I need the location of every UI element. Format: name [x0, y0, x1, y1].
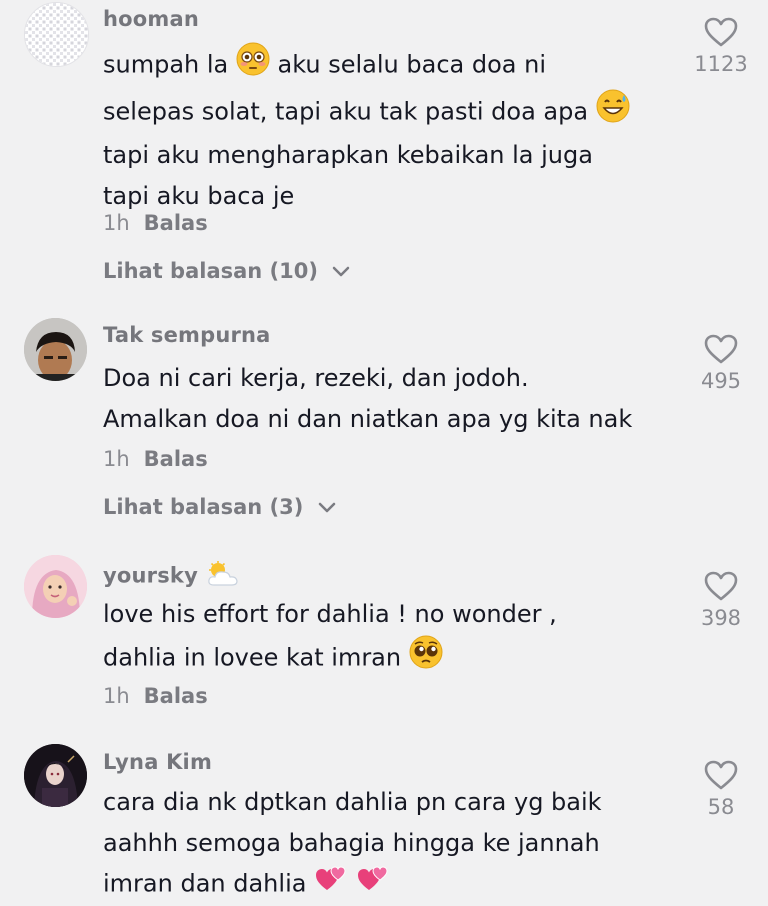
heart-icon	[704, 334, 738, 364]
grinning-sweat-face-emoji	[596, 89, 630, 136]
reply-button[interactable]: Balas	[144, 447, 208, 471]
comment-line: selepas solat, tapi aku tak pasti doa ap…	[103, 96, 589, 125]
heart-icon	[704, 760, 738, 790]
comment-username[interactable]: Lyna Kim	[103, 750, 212, 774]
like-count: 1123	[694, 52, 748, 76]
like-count: 495	[700, 369, 742, 393]
comment-time: 1h	[103, 447, 130, 471]
like-button[interactable]: 1123	[690, 16, 752, 76]
comment-time: 1h	[103, 684, 130, 708]
two-hearts-emoji	[356, 863, 390, 906]
comment-line: tapi aku baca je	[103, 181, 295, 210]
reply-button[interactable]: Balas	[144, 684, 208, 708]
comment-line: Doa ni cari kerja, rezeki, dan jodoh.	[103, 364, 529, 392]
comment-line: sumpah la	[103, 50, 229, 79]
comment-line: Amalkan doa ni dan niatkan apa yg kita n…	[103, 404, 633, 433]
comment-text: cara dia nk dptkan dahlia pn cara yg bai…	[103, 782, 683, 906]
reply-button[interactable]: Balas	[144, 211, 208, 235]
sun-behind-cloud-emoji	[206, 561, 240, 592]
comment-username[interactable]: hooman	[103, 7, 199, 31]
view-replies-label: Lihat balasan (3)	[103, 495, 304, 519]
comment-text: sumpah la aku selalu baca doa ni selepas…	[103, 42, 683, 216]
comment-time: 1h	[103, 211, 130, 235]
avatar[interactable]	[24, 2, 89, 67]
avatar[interactable]	[24, 555, 87, 618]
like-count: 398	[700, 606, 742, 630]
comment-meta: 1h Balas	[103, 684, 208, 708]
comment-line: aahhh semoga bahagia hingga ke jannah	[103, 828, 600, 857]
avatar[interactable]	[24, 318, 87, 381]
two-hearts-emoji	[314, 863, 348, 906]
avatar[interactable]	[24, 744, 87, 807]
like-button[interactable]: 495	[690, 333, 752, 393]
comment-username[interactable]: yoursky	[103, 561, 240, 592]
like-button[interactable]: 58	[690, 759, 752, 819]
view-replies-button[interactable]: Lihat balasan (3)	[103, 495, 337, 519]
flushed-face-emoji	[236, 42, 270, 89]
comment-text: love his effort for dahlia ! no wonder ,…	[103, 594, 683, 681]
comment-username-text: yoursky	[103, 563, 198, 588]
pleading-face-emoji	[409, 635, 443, 682]
comment-meta: 1h Balas	[103, 447, 208, 471]
comment-text: Doa ni cari kerja, rezeki, dan jodoh. Am…	[103, 358, 683, 439]
heart-icon	[704, 571, 738, 601]
chevron-down-icon	[318, 502, 335, 513]
like-count: 58	[707, 795, 735, 819]
view-replies-label: Lihat balasan (10)	[103, 259, 318, 283]
comment-line: dahlia in lovee kat imran	[103, 642, 402, 671]
comment-line: love his effort for dahlia ! no wonder ,	[103, 600, 557, 628]
comment-line: cara dia nk dptkan dahlia pn cara yg bai…	[103, 788, 602, 816]
comment-meta: 1h Balas	[103, 211, 208, 235]
comment-line: tapi aku mengharapkan kebaikan la juga	[103, 141, 593, 169]
comment-line: imran dan dahlia	[103, 869, 307, 898]
chevron-down-icon	[333, 266, 350, 277]
comment-line: aku selalu baca doa ni	[277, 50, 546, 79]
comment-username[interactable]: Tak sempurna	[103, 323, 271, 347]
like-button[interactable]: 398	[690, 570, 752, 630]
heart-icon	[704, 17, 738, 47]
view-replies-button[interactable]: Lihat balasan (10)	[103, 259, 351, 283]
